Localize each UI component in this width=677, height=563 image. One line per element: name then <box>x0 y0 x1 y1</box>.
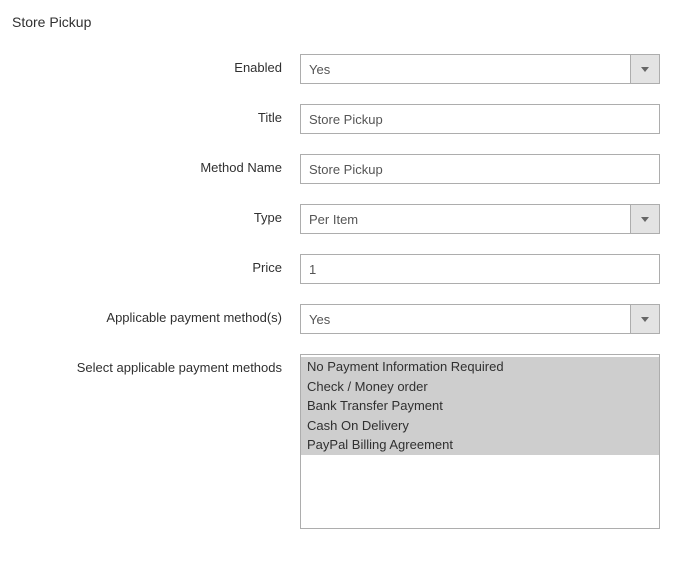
enabled-select[interactable]: Yes <box>300 54 660 84</box>
method-name-input[interactable] <box>300 154 660 184</box>
row-title: Title <box>10 104 667 134</box>
applicable-select[interactable]: Yes <box>300 304 660 334</box>
label-enabled: Enabled <box>10 54 300 75</box>
label-method-name: Method Name <box>10 154 300 175</box>
list-item[interactable]: Cash On Delivery <box>301 416 659 436</box>
label-type: Type <box>10 204 300 225</box>
list-item[interactable]: No Payment Information Required <box>301 357 659 377</box>
type-select-value: Per Item <box>300 204 660 234</box>
enabled-select-value: Yes <box>300 54 660 84</box>
chevron-down-icon <box>630 54 660 84</box>
title-input[interactable] <box>300 104 660 134</box>
list-item[interactable]: PayPal Billing Agreement <box>301 435 659 455</box>
list-item[interactable]: Check / Money order <box>301 377 659 397</box>
chevron-down-icon <box>630 304 660 334</box>
list-item[interactable]: Bank Transfer Payment <box>301 396 659 416</box>
section-title: Store Pickup <box>12 14 667 30</box>
price-input[interactable] <box>300 254 660 284</box>
row-method-name: Method Name <box>10 154 667 184</box>
applicable-select-value: Yes <box>300 304 660 334</box>
label-title: Title <box>10 104 300 125</box>
row-enabled: Enabled Yes <box>10 54 667 84</box>
row-applicable: Applicable payment method(s) Yes <box>10 304 667 334</box>
type-select[interactable]: Per Item <box>300 204 660 234</box>
label-price: Price <box>10 254 300 275</box>
chevron-down-icon <box>630 204 660 234</box>
row-select-methods: Select applicable payment methods No Pay… <box>10 354 667 529</box>
label-select-methods: Select applicable payment methods <box>10 354 300 375</box>
payment-methods-multiselect[interactable]: No Payment Information Required Check / … <box>300 354 660 529</box>
label-applicable: Applicable payment method(s) <box>10 304 300 325</box>
row-price: Price <box>10 254 667 284</box>
row-type: Type Per Item <box>10 204 667 234</box>
